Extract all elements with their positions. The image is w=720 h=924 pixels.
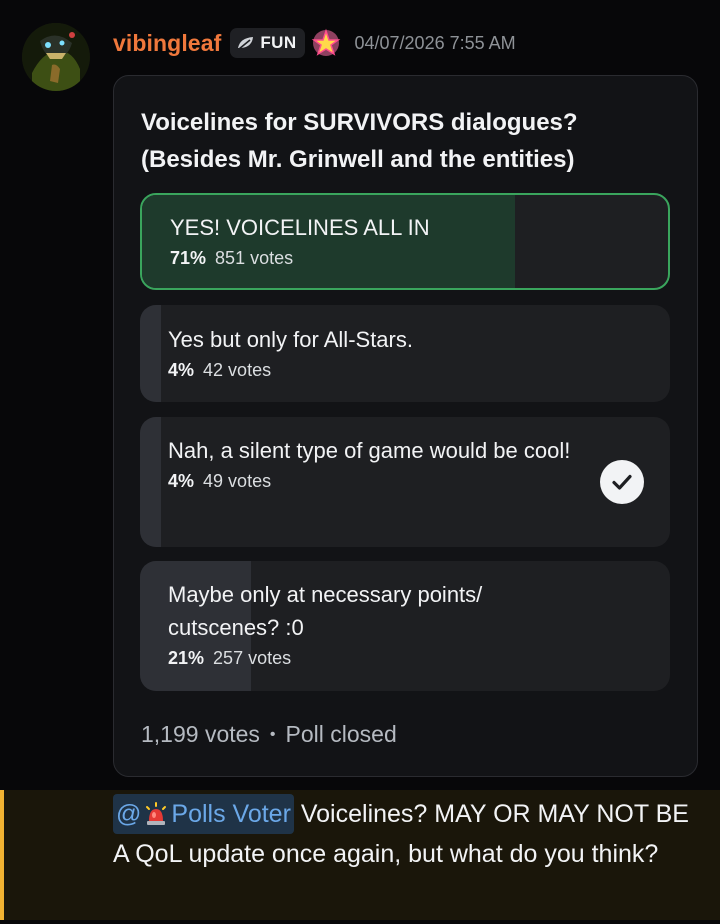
poll-question-line2: (Besides Mr. Grinwell and the entities) (141, 146, 575, 173)
poll-option-votes: 851 votes (215, 248, 294, 268)
leaf-icon (236, 35, 256, 51)
poll-footer: 1,199 votes • Poll closed (141, 721, 397, 748)
poll-option-fill (140, 305, 162, 402)
poll-option-stats: 71% 851 votes (170, 246, 588, 270)
poll-option-stats: 4% 49 votes (168, 469, 590, 493)
avatar-image (22, 23, 90, 91)
poll-option-votes: 49 votes (203, 471, 272, 491)
poll-option-votes: 42 votes (203, 360, 272, 380)
poll-option-fill (140, 417, 162, 547)
message: vibingleaf FUN 04/07/2026 7:55 AM Voicel… (0, 0, 720, 924)
poll-card: Voicelines for SURVIVORS dialogues? (Bes… (113, 75, 698, 777)
timestamp: 04/07/2026 7:55 AM (354, 32, 516, 53)
poll-option-percent: 71% (170, 248, 207, 268)
poll-option-label: Nah, a silent type of game would be cool… (168, 438, 571, 463)
poll-option-3[interactable]: Nah, a silent type of game would be cool… (140, 417, 670, 547)
poll-question-line1: Voicelines for SURVIVORS dialogues? (141, 109, 578, 136)
username[interactable]: vibingleaf (113, 30, 221, 57)
mention-role-name: Polls Voter (171, 800, 291, 828)
separator-dot: • (269, 725, 276, 743)
poll-option-4[interactable]: Maybe only at necessary points/ cutscene… (140, 561, 670, 691)
poll-option-stats: 4% 42 votes (168, 358, 590, 382)
server-tag[interactable]: FUN (230, 28, 305, 58)
poll-option-2[interactable]: Yes but only for All-Stars. 4% 42 votes (140, 305, 670, 402)
message-content-row: @ Polls Voter Voicelines? MAY OR MAY NOT … (0, 790, 720, 920)
role-mention[interactable]: @ Polls Voter (113, 794, 294, 834)
poll-option-stats: 21% 257 votes (168, 646, 590, 670)
poll-option-percent: 4% (168, 471, 195, 491)
poll-option-percent: 4% (168, 360, 195, 380)
poll-option-percent: 21% (168, 648, 205, 668)
siren-icon (143, 801, 169, 827)
poll-question: Voicelines for SURVIVORS dialogues? (Bes… (141, 104, 661, 178)
mention-highlight-bar (0, 790, 4, 920)
poll-status: Poll closed (285, 721, 397, 747)
checkmark-icon (600, 460, 644, 504)
user-avatar[interactable] (22, 23, 90, 91)
poll-option-label: YES! VOICELINES ALL IN (170, 215, 430, 240)
mention-at: @ (116, 800, 142, 828)
poll-option-1[interactable]: YES! VOICELINES ALL IN 71% 851 votes (140, 193, 670, 290)
poll-option-votes: 257 votes (213, 648, 292, 668)
message-header: vibingleaf FUN 04/07/2026 7:55 AM (113, 26, 516, 60)
poll-option-label: Yes but only for All-Stars. (168, 327, 413, 352)
message-text: @ Polls Voter Voicelines? MAY OR MAY NOT … (113, 794, 698, 874)
poll-total-votes[interactable]: 1,199 votes (141, 721, 260, 748)
poll-option-label: Maybe only at necessary points/ cutscene… (168, 582, 483, 640)
tag-label: FUN (260, 33, 297, 52)
sparkle-star-icon (311, 28, 341, 58)
